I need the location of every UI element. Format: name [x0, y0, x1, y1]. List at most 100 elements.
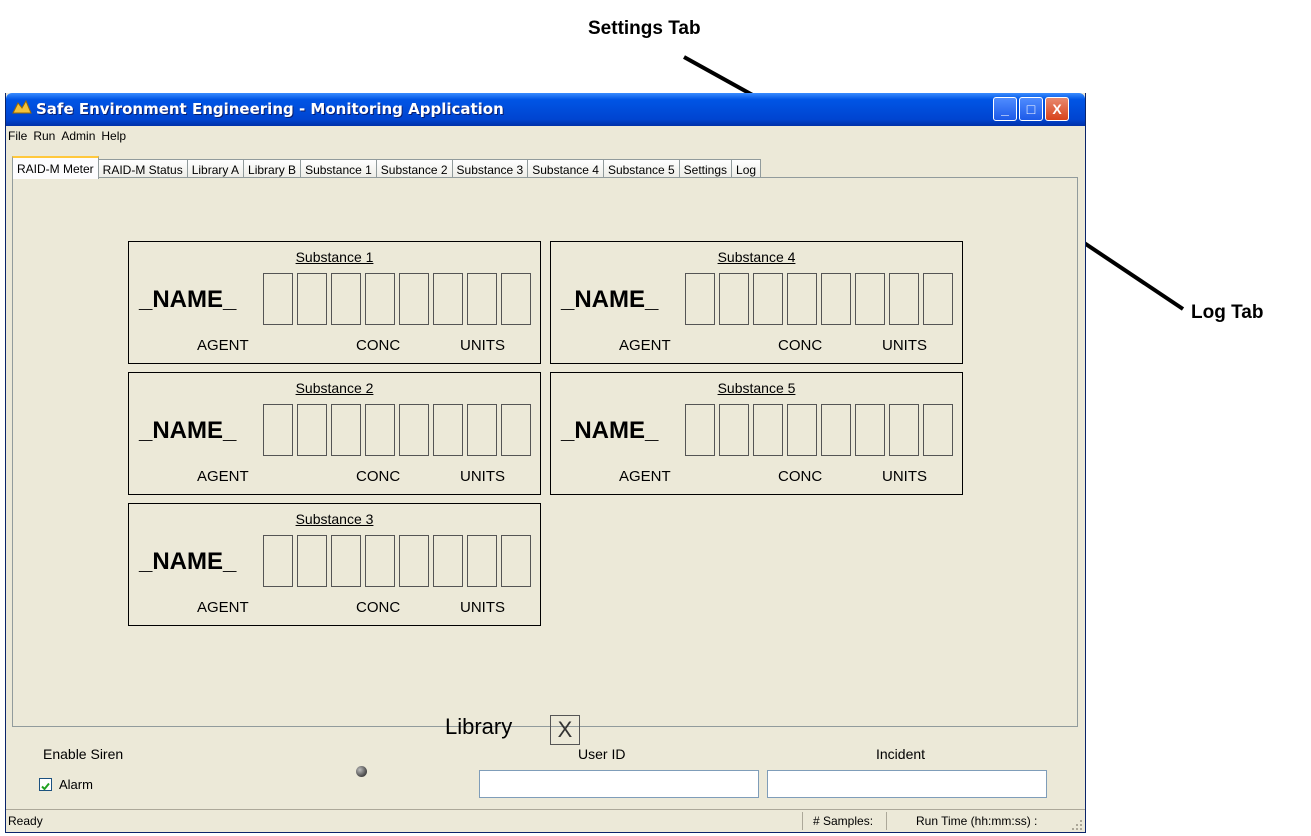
menu-admin[interactable]: Admin [59, 126, 99, 143]
tab-substance-5[interactable]: Substance 5 [602, 159, 680, 179]
concentration-digit [889, 273, 919, 325]
user-id-input[interactable] [479, 770, 759, 798]
substance-name: _NAME_ [139, 548, 237, 575]
concentration-digit [501, 404, 531, 456]
concentration-digit [331, 535, 361, 587]
agent-label: AGENT [197, 468, 249, 485]
close-button[interactable]: X [1045, 97, 1069, 121]
concentration-digit [467, 273, 497, 325]
enable-siren-label: Enable Siren [43, 746, 124, 762]
substance-box: Substance 3 _NAME_ AGENT CONC UNITS [128, 503, 541, 626]
conc-label: CONC [356, 337, 401, 354]
user-id-label: User ID [578, 746, 626, 762]
incident-input[interactable] [767, 770, 1047, 798]
resize-grip-icon[interactable] [1070, 818, 1083, 831]
concentration-digit [855, 404, 885, 456]
app-window: Safe Environment Engineering - Monitorin… [5, 93, 1086, 833]
agent-label: AGENT [197, 599, 249, 616]
meter-panel: Substance 1 _NAME_ AGENT CONC UNITS Substance… [12, 177, 1078, 745]
conc-label: CONC [356, 599, 401, 616]
substance-name: _NAME_ [561, 417, 659, 444]
agent-label: AGENT [197, 337, 249, 354]
concentration-digit [263, 535, 293, 587]
tab-settings[interactable]: Settings [678, 159, 733, 179]
concentration-digit [263, 404, 293, 456]
units-label: UNITS [882, 337, 927, 354]
menu-run[interactable]: Run [31, 126, 59, 143]
check-icon [41, 782, 50, 791]
concentration-digit [263, 273, 293, 325]
concentration-digit [787, 273, 817, 325]
close-icon: X [1052, 101, 1062, 117]
conc-label: CONC [356, 468, 401, 485]
tab-substance-1[interactable]: Substance 1 [300, 159, 377, 179]
concentration-digit [399, 404, 429, 456]
tab-substance-2[interactable]: Substance 2 [375, 159, 453, 179]
tab-library-b[interactable]: Library B [243, 159, 302, 179]
concentration-digit [821, 404, 851, 456]
concentration-digit [365, 404, 395, 456]
alarm-label: Alarm [59, 777, 93, 792]
concentration-digit [719, 273, 749, 325]
concentration-digit [433, 273, 463, 325]
concentration-digit [923, 273, 953, 325]
units-label: UNITS [460, 468, 505, 485]
concentration-digit [753, 273, 783, 325]
incident-label: Incident [876, 746, 926, 762]
maximize-icon: □ [1026, 101, 1036, 117]
concentration-digit [685, 273, 715, 325]
minimize-button[interactable]: _ [993, 97, 1017, 121]
title-bar[interactable]: Safe Environment Engineering - Monitorin… [6, 93, 1085, 126]
concentration-digit [467, 535, 497, 587]
tab-raid-m-meter[interactable]: RAID-M Meter [12, 156, 99, 179]
concentration-digit [331, 273, 361, 325]
concentration-digit [365, 273, 395, 325]
substance-name: _NAME_ [561, 286, 659, 313]
substance-title: Substance 1 [295, 249, 374, 265]
units-label: UNITS [882, 468, 927, 485]
menu-file[interactable]: File [6, 126, 31, 143]
conc-label: CONC [778, 337, 823, 354]
substance-title: Substance 3 [295, 511, 374, 527]
tab-library-a[interactable]: Library A [186, 159, 245, 179]
substance-box: Substance 5 _NAME_ AGENT CONC UNITS [550, 372, 963, 495]
concentration-digit [297, 273, 327, 325]
concentration-digit [297, 535, 327, 587]
substance-box: Substance 2 _NAME_ AGENT CONC UNITS [128, 372, 541, 495]
substance-box: Substance 4 _NAME_ AGENT CONC UNITS [550, 241, 963, 364]
window-title: Safe Environment Engineering - Monitorin… [36, 100, 504, 118]
alarm-checkbox[interactable] [39, 778, 52, 791]
substance-title: Substance 5 [717, 380, 796, 396]
concentration-digit [821, 273, 851, 325]
status-bar: Ready # Samples: Run Time (hh:mm:ss) : [6, 809, 1085, 832]
status-text: Ready [8, 814, 43, 828]
menu-help[interactable]: Help [99, 126, 130, 143]
library-label: Library [445, 714, 513, 739]
substance-title: Substance 4 [717, 249, 796, 265]
menu-bar: File Run Admin Help [6, 126, 1085, 148]
concentration-digit [501, 273, 531, 325]
status-separator [802, 812, 803, 830]
tab-raid-m-status[interactable]: RAID-M Status [97, 159, 188, 179]
concentration-digit [855, 273, 885, 325]
concentration-digit [433, 404, 463, 456]
concentration-digit [923, 404, 953, 456]
conc-label: CONC [778, 468, 823, 485]
app-icon [12, 99, 32, 114]
tab-strip: RAID-M Meter RAID-M Status Library A Librar… [12, 156, 762, 179]
samples-label: # Samples: [813, 814, 874, 828]
library-indicator: X [550, 715, 580, 745]
agent-label: AGENT [619, 468, 671, 485]
concentration-digit [433, 535, 463, 587]
concentration-digit [753, 404, 783, 456]
concentration-digit [365, 535, 395, 587]
tab-log[interactable]: Log [731, 159, 762, 179]
concentration-digit [331, 404, 361, 456]
concentration-digit [501, 535, 531, 587]
tab-substance-3[interactable]: Substance 3 [451, 159, 529, 179]
units-label: UNITS [460, 599, 505, 616]
agent-label: AGENT [619, 337, 671, 354]
run-time-label: Run Time (hh:mm:ss) : [916, 814, 1038, 828]
maximize-button[interactable]: □ [1019, 97, 1043, 121]
tab-substance-4[interactable]: Substance 4 [527, 159, 604, 179]
